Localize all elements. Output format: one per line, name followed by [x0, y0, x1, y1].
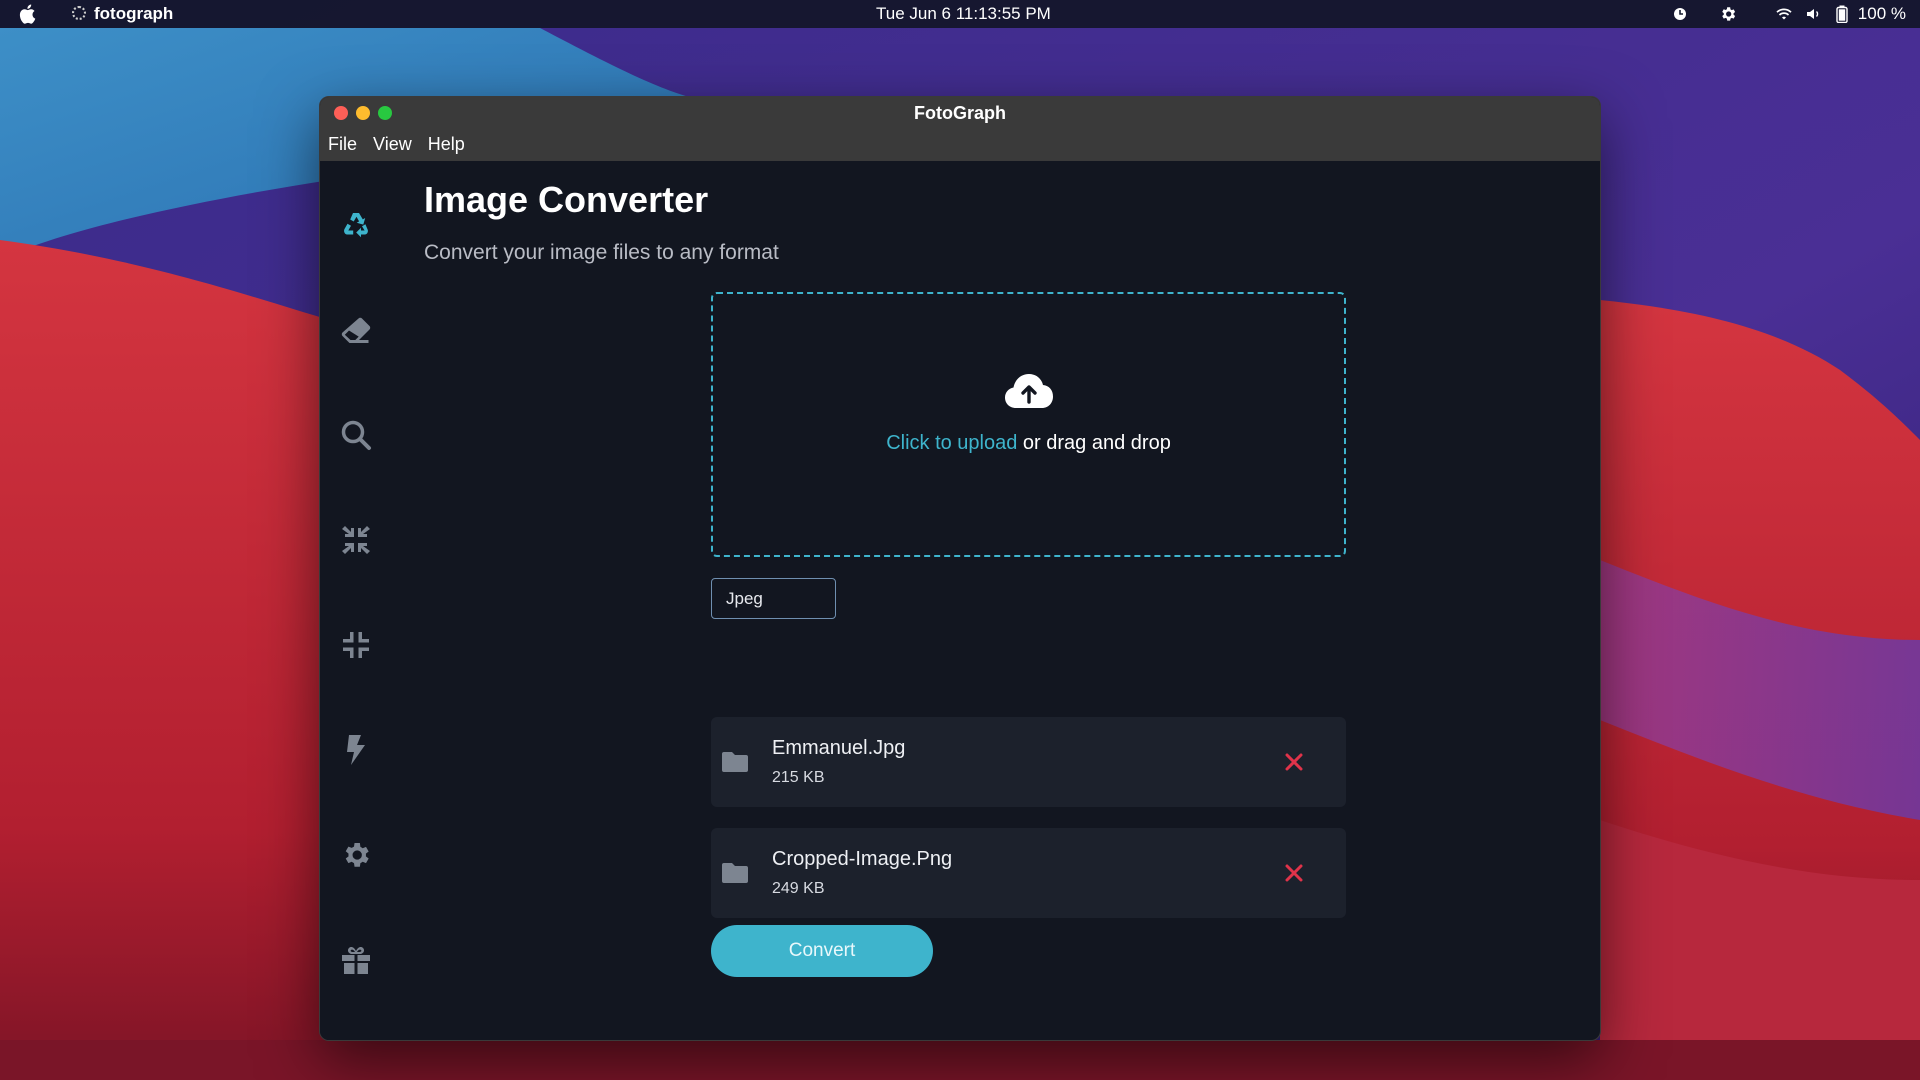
convert-button[interactable]: Convert	[711, 925, 933, 977]
wifi-icon[interactable]	[1774, 4, 1794, 24]
sidebar-item-eraser[interactable]	[336, 312, 376, 352]
dropzone-text: Click to upload or drag and drop	[713, 432, 1344, 455]
search-icon	[340, 419, 372, 456]
menubar-clock[interactable]: Tue Jun 6 11:13:55 PM	[876, 4, 1051, 24]
battery-level: 100 %	[1857, 4, 1906, 23]
page-title: Image Converter	[424, 179, 709, 220]
remove-file-button[interactable]	[1281, 749, 1307, 775]
cloud-upload-icon	[1003, 372, 1055, 412]
file-row: Emmanuel.Jpg 215 KB	[711, 717, 1346, 807]
settings-icon[interactable]	[1716, 4, 1740, 24]
sidebar-item-minimize[interactable]	[336, 627, 376, 667]
file-row: Cropped-Image.Png 249 KB	[711, 828, 1346, 918]
drag-drop-text: or drag and drop	[1017, 432, 1171, 454]
system-menubar: fotograph Tue Jun 6 11:13:55 PM 100 %	[0, 0, 1920, 28]
app-menu: File View Help	[328, 134, 465, 155]
gear-icon	[340, 839, 372, 876]
main-content: Image Converter Convert your image files…	[424, 161, 1600, 1040]
compress-icon	[340, 524, 372, 561]
menu-help[interactable]: Help	[428, 134, 465, 155]
menu-file[interactable]: File	[328, 134, 357, 155]
volume-icon[interactable]	[1804, 4, 1824, 24]
battery-icon[interactable]	[1834, 4, 1850, 24]
app-name[interactable]: fotograph	[94, 4, 173, 24]
upload-dropzone[interactable]: Click to upload or drag and drop	[711, 292, 1346, 557]
sidebar-item-compress[interactable]	[336, 522, 376, 562]
bolt-icon	[343, 734, 369, 771]
sidebar-item-gift[interactable]	[336, 942, 376, 982]
apple-icon[interactable]	[18, 3, 38, 25]
status-area: 100 %	[1668, 4, 1906, 24]
close-icon	[1285, 864, 1303, 882]
page-subtitle: Convert your image files to any format	[424, 241, 779, 264]
window-title: FotoGraph	[914, 103, 1006, 123]
window-titlebar: FotoGraph File View Help	[320, 97, 1600, 161]
recycle-icon	[340, 209, 372, 246]
sidebar	[320, 161, 392, 1040]
menu-view[interactable]: View	[373, 134, 412, 155]
close-icon	[1285, 753, 1303, 771]
app-window: FotoGraph File View Help Image Converter…	[319, 96, 1601, 1041]
folder-icon	[721, 750, 749, 774]
click-to-upload-link[interactable]: Click to upload	[886, 432, 1017, 454]
eraser-icon	[340, 316, 372, 349]
sidebar-item-settings[interactable]	[336, 837, 376, 877]
folder-icon	[721, 861, 749, 885]
format-select[interactable]: Jpeg	[711, 578, 836, 619]
sidebar-item-converter[interactable]	[336, 207, 376, 247]
minimize-icon	[342, 631, 370, 664]
file-name: Cropped-Image.Png	[772, 848, 953, 870]
app-menubar-icon	[72, 6, 86, 20]
gift-icon	[340, 944, 372, 981]
file-size: 215 KB	[772, 769, 825, 786]
file-name: Emmanuel.Jpg	[772, 737, 906, 759]
remove-file-button[interactable]	[1281, 860, 1307, 886]
sidebar-item-search[interactable]	[336, 417, 376, 457]
clock-icon[interactable]	[1668, 4, 1692, 24]
sidebar-item-enhance[interactable]	[336, 732, 376, 772]
file-size: 249 KB	[772, 880, 825, 897]
